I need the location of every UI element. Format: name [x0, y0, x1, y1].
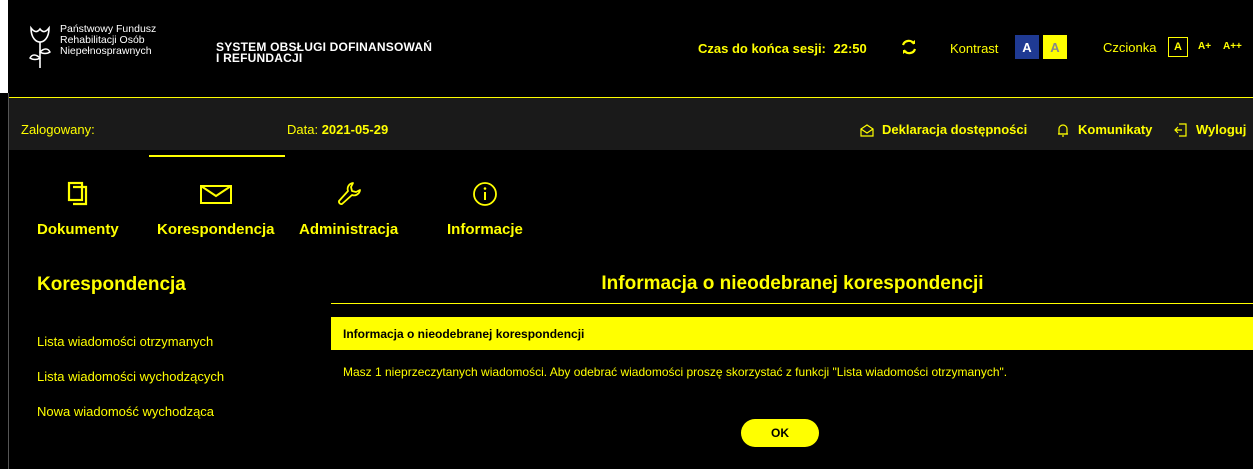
nav-information-label: Informacje	[447, 221, 523, 238]
wrench-icon	[337, 182, 361, 205]
system-title: SYSTEM OBSŁUGI DOFINANSOWAŃ I REFUNDACJI	[216, 41, 432, 65]
tulip-logo-icon	[29, 25, 51, 68]
sidebar-item-outgoing[interactable]: Lista wiadomości wychodzących	[37, 369, 224, 384]
font-size-largest-button[interactable]: A++	[1223, 41, 1242, 52]
nav-administration[interactable]: Administracja	[299, 181, 398, 238]
refresh-icon[interactable]	[900, 38, 918, 56]
date-value: 2021-05-29	[321, 122, 389, 137]
font-size-label: Czcionka	[1103, 40, 1157, 55]
logout-link[interactable]: Wyloguj	[1174, 122, 1246, 137]
open-envelope-icon	[860, 123, 874, 137]
date-label: Data:	[287, 122, 319, 137]
info-icon	[473, 182, 497, 206]
app-header: Państwowy Fundusz Rehabilitacji Osób Nie…	[0, 0, 1253, 93]
session-timer: Czas do końca sesji: 22:50	[698, 41, 867, 56]
documents-icon	[67, 181, 87, 206]
page-title-divider	[331, 303, 1253, 304]
envelope-icon	[199, 185, 232, 204]
active-tab-indicator	[149, 155, 285, 157]
contrast-default-button[interactable]: A	[1015, 35, 1039, 59]
contrast-label: Kontrast	[950, 41, 999, 56]
accessibility-declaration-label: Deklaracja dostępności	[882, 122, 1028, 137]
nav-correspondence[interactable]: Korespondencja	[157, 181, 275, 238]
font-size-larger-button[interactable]: A+	[1198, 41, 1211, 52]
contrast-high-button[interactable]: A	[1043, 35, 1067, 59]
bell-icon	[1058, 123, 1068, 137]
main-frame: Zalogowany: Data: 2021-05-29 Deklaracja …	[8, 93, 1253, 469]
ok-button[interactable]: OK	[741, 419, 819, 447]
session-label: Czas do końca sesji:	[698, 41, 826, 56]
organization-name: Państwowy Fundusz Rehabilitacji Osób Nie…	[60, 24, 156, 57]
logout-label: Wyloguj	[1196, 122, 1247, 137]
org-line-3: Niepełnosprawnych	[60, 45, 152, 57]
accessibility-declaration-link[interactable]: Deklaracja dostępności	[860, 122, 1027, 137]
sidebar-item-received[interactable]: Lista wiadomości otrzymanych	[37, 334, 213, 349]
page-title: Informacja o nieodebranej korespondencji	[601, 273, 984, 294]
system-title-line-2: I REFUNDACJI	[216, 51, 303, 65]
nav-documents-label: Dokumenty	[37, 221, 119, 238]
messages-link[interactable]: Komunikaty	[1056, 122, 1152, 137]
nav-information[interactable]: Informacje	[447, 181, 523, 238]
sidebar-item-new-message[interactable]: Nowa wiadomość wychodząca	[37, 404, 214, 419]
sidebar-title: Korespondencja	[37, 274, 186, 295]
date-display: Data: 2021-05-29	[287, 122, 388, 137]
session-value: 22:50	[833, 41, 867, 56]
unread-messages-notice: Masz 1 nieprzeczytanych wiadomości. Aby …	[343, 365, 1008, 379]
messages-label: Komunikaty	[1078, 122, 1153, 137]
font-size-normal-button[interactable]: A	[1168, 37, 1188, 57]
logout-icon	[1174, 122, 1187, 137]
info-panel-header: Informacja o nieodebranej korespondencji	[331, 317, 1253, 350]
nav-correspondence-label: Korespondencja	[157, 221, 275, 238]
pfron-logo[interactable]: Państwowy Fundusz Rehabilitacji Osób Nie…	[28, 24, 156, 70]
nav-documents[interactable]: Dokumenty	[37, 181, 119, 238]
logged-in-label: Zalogowany:	[21, 122, 95, 137]
info-panel-header-label: Informacja o nieodebranej korespondencji	[343, 326, 585, 341]
status-bar: Zalogowany: Data: 2021-05-29 Deklaracja …	[9, 98, 1253, 150]
nav-administration-label: Administracja	[299, 221, 399, 238]
